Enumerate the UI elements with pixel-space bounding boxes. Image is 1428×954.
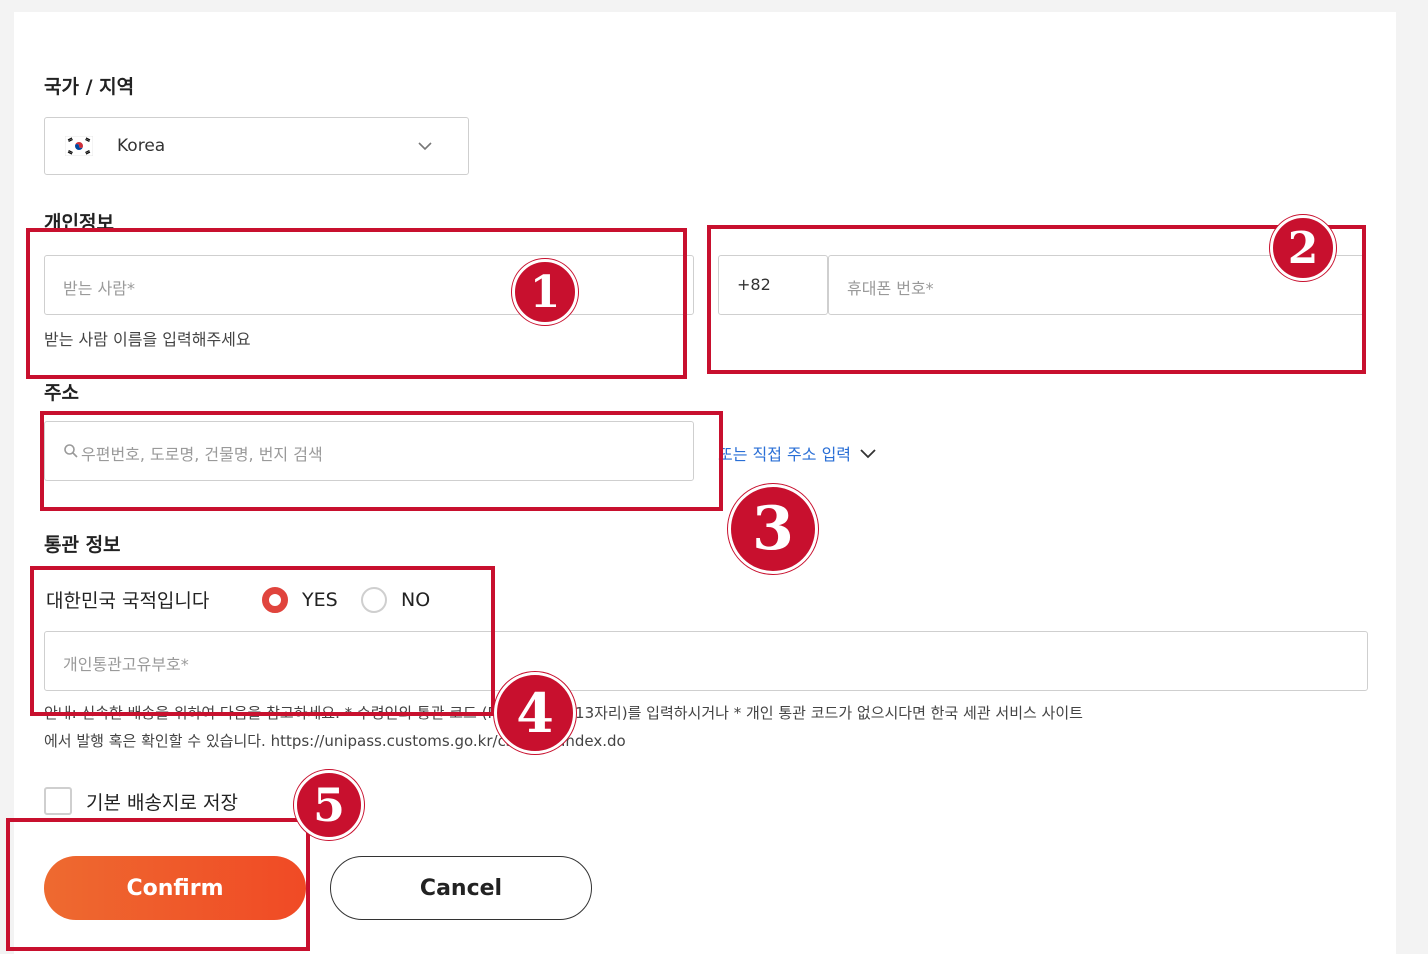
korea-flag-icon	[64, 135, 94, 157]
annotation-box-5	[6, 818, 310, 951]
annotation-badge-3: 3	[728, 484, 818, 574]
chevron-down-icon	[859, 444, 877, 462]
country-select[interactable]: Korea	[44, 117, 469, 175]
annotation-box-1	[26, 228, 687, 379]
annotation-badge-2: 2	[1270, 215, 1336, 281]
customs-section-title: 통관 정보	[44, 534, 121, 556]
chevron-down-icon	[417, 138, 433, 154]
annotation-box-2	[707, 225, 1366, 374]
annotation-box-3	[40, 411, 723, 511]
save-default-checkbox[interactable]	[44, 787, 72, 815]
country-section-title: 국가 / 지역	[44, 76, 135, 98]
save-default-label: 기본 배송지로 저장	[86, 792, 238, 814]
address-section-title: 주소	[44, 382, 79, 404]
annotation-box-4	[30, 566, 495, 716]
manual-address-link[interactable]: 또는 직접 주소 입력	[718, 441, 877, 465]
selected-country: Korea	[117, 136, 166, 156]
annotation-badge-1: 1	[512, 259, 578, 325]
cancel-button[interactable]: Cancel	[330, 856, 592, 920]
manual-address-label: 또는 직접 주소 입력	[718, 445, 852, 464]
annotation-badge-4: 4	[494, 672, 576, 754]
annotation-badge-5: 5	[294, 770, 364, 840]
